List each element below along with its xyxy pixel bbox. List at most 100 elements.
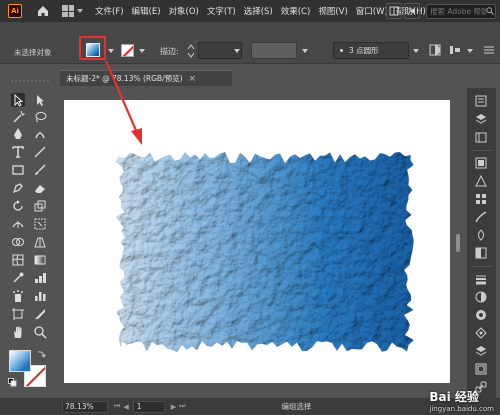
selection-status-label: 未选择对象 — [14, 48, 52, 57]
width-tool-icon[interactable] — [11, 217, 25, 231]
rectangle-tool-icon[interactable] — [11, 163, 25, 177]
close-icon[interactable]: × — [189, 74, 197, 84]
help-search-input[interactable] — [430, 6, 486, 16]
column-graph-tool-icon[interactable] — [33, 289, 47, 303]
menu-select[interactable]: 选择(S) — [240, 5, 277, 17]
help-search-box[interactable] — [426, 3, 496, 19]
blend-tool-icon[interactable] — [33, 271, 47, 285]
paintbrush-tool-icon[interactable] — [33, 163, 47, 177]
chevron-down-icon[interactable] — [77, 9, 83, 13]
main-menu: 文件(F) 编辑(E) 对象(O) 文字(T) 选择(S) 效果(C) 视图(V… — [91, 5, 430, 17]
mesh-tool-icon[interactable] — [11, 253, 25, 267]
document-tab[interactable]: 未标题-2* @ 78.13% (RGB/预览) × — [60, 70, 232, 86]
panel-divider — [471, 266, 492, 267]
properties-icon[interactable] — [474, 94, 488, 108]
search-icon — [486, 7, 494, 15]
magic-wand-tool-icon[interactable] — [11, 110, 26, 124]
menu-type[interactable]: 文字(T) — [203, 5, 240, 17]
brush-definition[interactable]: 3 点圆形 — [333, 42, 409, 59]
artboards-panel-icon[interactable] — [474, 362, 488, 376]
current-tool-label: 编组选择 — [281, 402, 312, 411]
menu-bar: Ai 文件(F) 编辑(E) 对象(O) 文字(T) 选择(S) 效果(C) 视… — [0, 0, 500, 22]
vertical-scrollbar[interactable] — [453, 100, 463, 398]
first-page-icon[interactable]: ⏮ — [114, 402, 120, 411]
stroke-weight-stepper[interactable] — [186, 42, 196, 60]
torn-edge-shape — [115, 152, 414, 353]
transparency-icon[interactable] — [474, 290, 488, 304]
menu-lines-icon[interactable] — [482, 43, 496, 57]
default-colors-icon[interactable] — [8, 378, 17, 387]
align-chevron-icon[interactable] — [467, 49, 473, 53]
appearance-icon[interactable] — [474, 308, 488, 322]
layers-stack-icon[interactable] — [474, 344, 488, 358]
status-bar: 78.13% ⏮ ◀ 1 ▶ ⏭ 编组选择 — [0, 398, 500, 415]
brush-chevron-icon[interactable] — [413, 49, 419, 53]
menu-edit[interactable]: 编辑(E) — [128, 5, 165, 17]
brush-dot-icon — [340, 49, 343, 52]
perspective-grid-tool-icon[interactable] — [33, 235, 47, 249]
swap-colors-icon[interactable] — [36, 349, 46, 359]
illustrator-window: Ai 文件(F) 编辑(E) 对象(O) 文字(T) 选择(S) 效果(C) 视… — [0, 0, 500, 415]
textured-gradient-object[interactable] — [112, 147, 415, 355]
home-icon[interactable] — [36, 4, 50, 18]
stroke-swatch[interactable] — [121, 44, 134, 57]
color-guide-icon[interactable] — [474, 174, 488, 188]
arrange-documents-button[interactable] — [386, 3, 402, 19]
lasso-tool-icon[interactable] — [33, 110, 47, 124]
brush-label: 3 点圆形 — [349, 46, 379, 55]
type-tool-icon[interactable] — [11, 145, 25, 159]
slice-tool-icon[interactable] — [33, 307, 47, 321]
last-page-icon[interactable]: ⏭ — [179, 402, 185, 411]
hand-tool-icon[interactable] — [11, 325, 25, 339]
previous-page-icon[interactable]: ◀ — [123, 403, 128, 411]
layers-icon[interactable] — [474, 112, 488, 126]
brushes-icon[interactable] — [474, 210, 488, 224]
stroke-panel-icon[interactable] — [474, 272, 488, 286]
curvature-tool-icon[interactable] — [33, 127, 47, 141]
profile-chevron-icon[interactable] — [302, 49, 308, 53]
gradient-panel-icon[interactable] — [474, 246, 488, 260]
graphic-styles-icon[interactable] — [474, 326, 488, 340]
opacity-icon[interactable] — [428, 43, 442, 57]
stroke-weight-chevron-icon[interactable] — [234, 49, 240, 53]
libraries-icon[interactable] — [474, 130, 488, 144]
fill-color-big-swatch[interactable] — [9, 350, 31, 372]
stroke-chevron-down-icon[interactable] — [139, 49, 145, 53]
line-tool-icon[interactable] — [33, 145, 47, 159]
gradient-tool-icon[interactable] — [33, 253, 47, 267]
swatches-icon[interactable] — [474, 192, 488, 206]
watermark-sub: jingyan.baidu.com — [429, 405, 494, 413]
align-icon[interactable] — [448, 43, 462, 57]
symbols-icon[interactable] — [474, 228, 488, 242]
scale-tool-icon[interactable] — [33, 199, 47, 213]
annotation-highlight-box — [79, 36, 106, 60]
page-number-field[interactable]: 1 — [132, 400, 165, 413]
menu-file[interactable]: 文件(F) — [91, 5, 128, 17]
shape-builder-tool-icon[interactable] — [11, 235, 25, 249]
fill-chevron-down-icon[interactable] — [108, 49, 114, 53]
zoom-tool-icon[interactable] — [33, 325, 47, 339]
menu-effect[interactable]: 效果(C) — [277, 5, 315, 17]
share-button[interactable] — [404, 3, 420, 19]
next-page-icon[interactable]: ▶ — [171, 403, 176, 411]
symbol-sprayer-tool-icon[interactable] — [11, 289, 25, 303]
menu-right-controls — [384, 3, 496, 19]
eraser-tool-icon[interactable] — [33, 181, 47, 195]
shaper-tool-icon[interactable] — [11, 181, 25, 195]
zoom-level-field[interactable]: 78.13% — [62, 400, 108, 413]
panel-grip-icon — [11, 80, 51, 82]
scrollbar-thumb[interactable] — [456, 234, 460, 252]
eyedropper-tool-icon[interactable] — [11, 271, 25, 285]
variable-width-profile[interactable] — [251, 42, 297, 59]
stroke-label: 描边: — [160, 47, 179, 56]
color-icon[interactable] — [474, 156, 488, 170]
workspace-icon[interactable] — [62, 5, 74, 17]
menu-object[interactable]: 对象(O) — [165, 5, 203, 17]
selection-tool-icon[interactable] — [11, 93, 25, 107]
menu-view[interactable]: 视图(V) — [314, 5, 351, 17]
rotate-tool-icon[interactable] — [11, 199, 25, 213]
artboard-tool-icon[interactable] — [11, 307, 25, 321]
pen-tool-icon[interactable] — [11, 127, 25, 141]
free-transform-tool-icon[interactable] — [33, 217, 47, 231]
direct-selection-tool-icon[interactable] — [33, 93, 47, 107]
